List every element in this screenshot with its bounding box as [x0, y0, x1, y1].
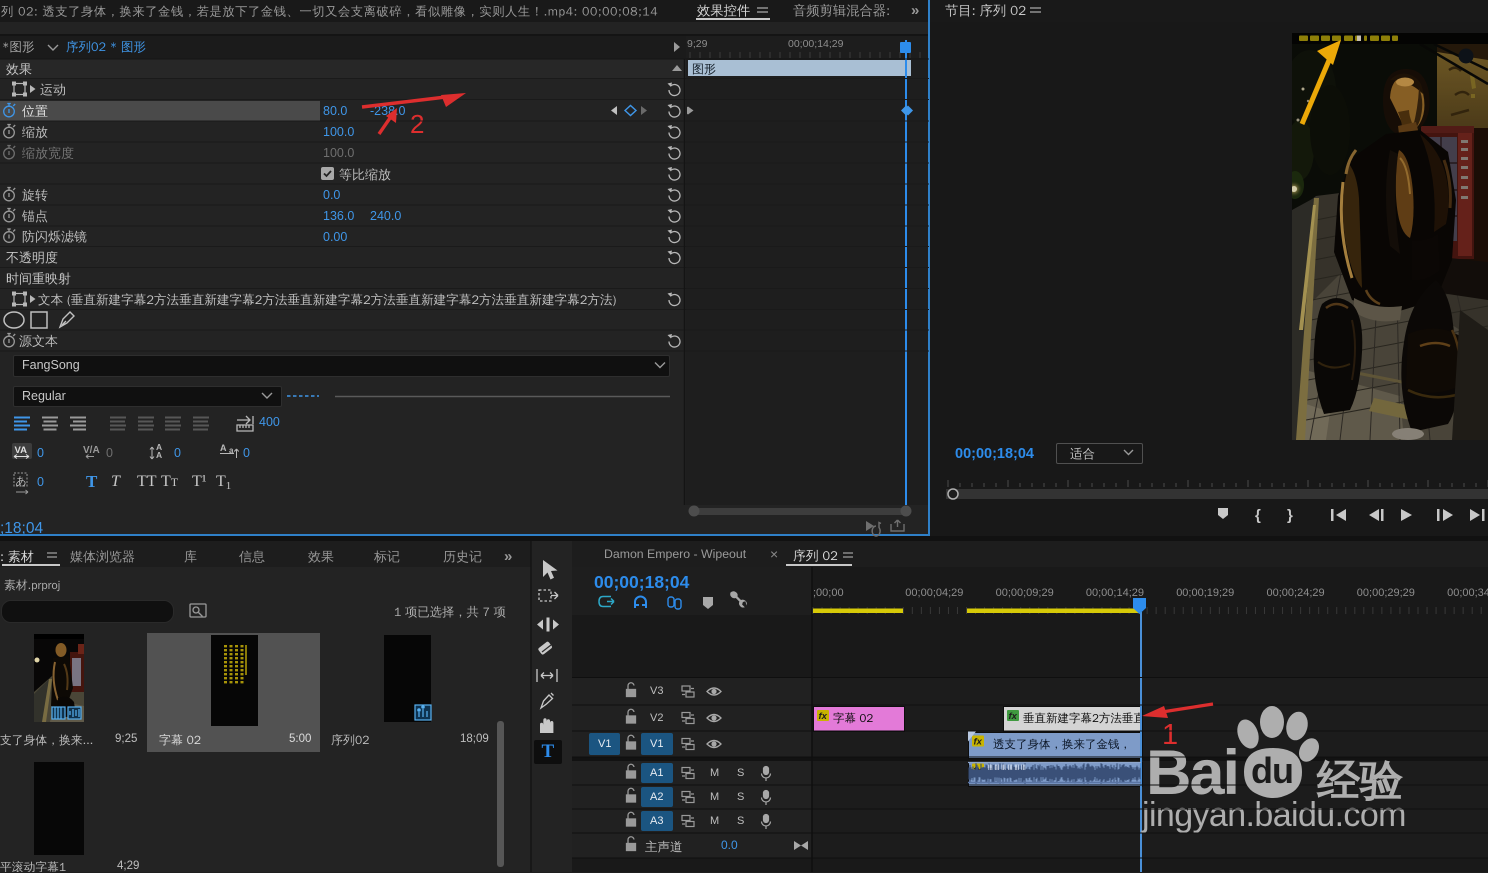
svg-text:fx: fx [974, 737, 983, 748]
svg-text:lll lll lll lll lll lll: lll lll lll lll lll lll [988, 765, 1026, 772]
svg-text:fx: fx [1009, 711, 1018, 722]
svg-text:du: du [1251, 750, 1293, 791]
svg-text:fx: fx [819, 711, 828, 722]
